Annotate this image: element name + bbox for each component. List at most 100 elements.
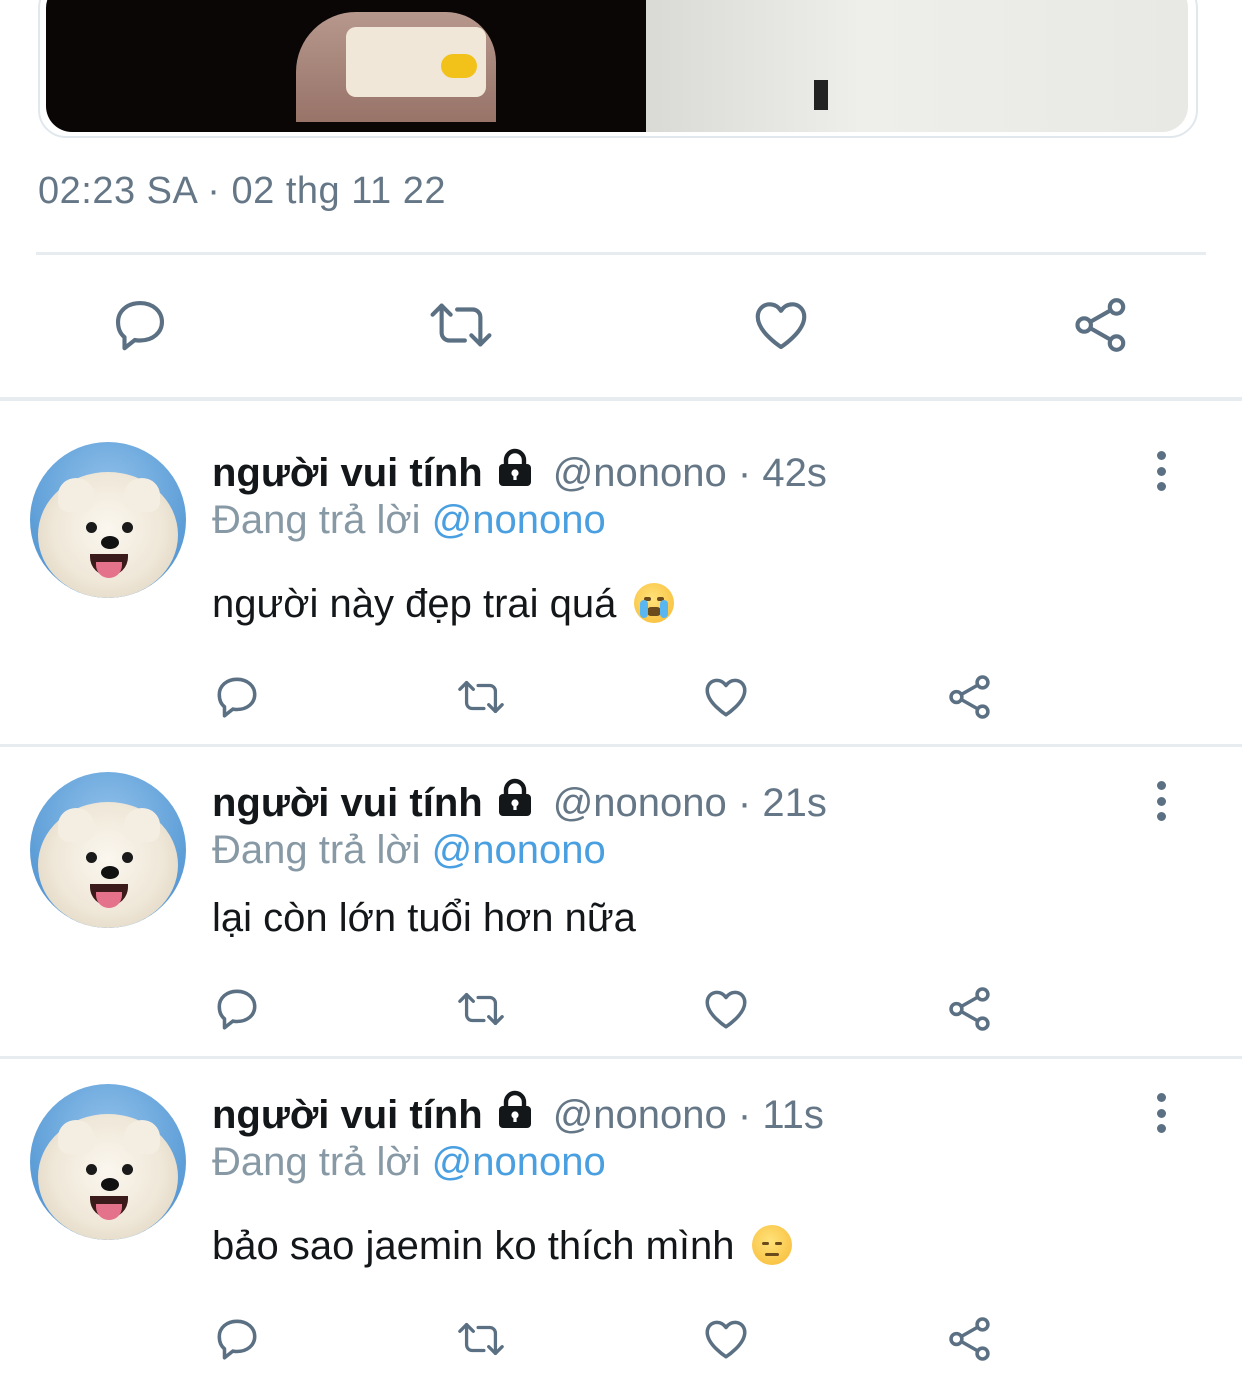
share-icon — [1075, 298, 1126, 352]
retweet-button[interactable] — [456, 672, 506, 722]
avatar-ear — [124, 1120, 160, 1154]
share-button[interactable] — [945, 984, 995, 1034]
reply-header: người vui tính @nonono · 42s — [212, 448, 827, 498]
avatar-ear — [124, 808, 160, 842]
reply-text: người này đẹp trai quá — [212, 582, 674, 627]
avatar-ear — [58, 478, 94, 512]
dot — [1156, 781, 1166, 790]
reply-divider — [0, 1056, 1242, 1059]
like-button[interactable] — [701, 984, 751, 1034]
dot — [1156, 451, 1166, 460]
dot — [1156, 1124, 1166, 1133]
dot — [1156, 1093, 1166, 1102]
retweet-button[interactable] — [426, 290, 496, 360]
reply-action-bar — [0, 672, 1242, 722]
like-button[interactable] — [701, 1314, 751, 1364]
retweet-icon — [458, 1322, 504, 1356]
reply-icon — [115, 300, 165, 351]
heart-icon — [705, 990, 747, 1029]
reply-header: người vui tính @nonono · 21s — [212, 778, 827, 828]
photo-lemon — [441, 54, 477, 78]
dot — [1156, 812, 1166, 821]
pensive-face-icon — [751, 1225, 792, 1265]
avatar[interactable] — [30, 442, 186, 598]
avatar-ear — [58, 808, 94, 842]
retweet-button[interactable] — [456, 1314, 506, 1364]
reply-text-content: bảo sao jaemin ko thích mình — [212, 1224, 735, 1268]
dot — [1156, 466, 1166, 476]
avatar[interactable] — [30, 772, 186, 928]
reply-icon — [217, 1319, 257, 1360]
more-options-button[interactable] — [1148, 451, 1174, 491]
display-name[interactable]: người vui tính — [212, 781, 483, 826]
handle-and-time[interactable]: @nonono · 42s — [553, 451, 827, 496]
lock-icon — [495, 448, 535, 498]
share-icon — [949, 1317, 990, 1361]
share-button[interactable] — [945, 672, 995, 722]
avatar-nose — [101, 1178, 119, 1191]
reply-text-content: lại còn lớn tuổi hơn nữa — [212, 896, 636, 940]
section-divider — [0, 397, 1242, 401]
dot — [1156, 796, 1166, 806]
avatar[interactable] — [30, 1084, 186, 1240]
avatar-eye — [122, 522, 133, 533]
display-name[interactable]: người vui tính — [212, 1093, 483, 1138]
retweet-button[interactable] — [456, 984, 506, 1034]
avatar-eye — [86, 852, 97, 863]
replying-to: Đang trả lời @nonono — [212, 828, 606, 873]
dot — [1156, 482, 1166, 491]
reply-text: bảo sao jaemin ko thích mình — [212, 1224, 792, 1269]
reply-icon — [217, 677, 257, 718]
reply-header: người vui tính @nonono · 11s — [212, 1090, 824, 1140]
more-options-button[interactable] — [1148, 1093, 1174, 1133]
heart-icon — [755, 302, 807, 350]
reply-divider — [0, 744, 1242, 747]
avatar-nose — [101, 536, 119, 549]
reply-text: lại còn lớn tuổi hơn nữa — [212, 896, 636, 941]
mention-link[interactable]: @nonono — [432, 498, 606, 542]
avatar-eye — [122, 1164, 133, 1175]
heart-icon — [705, 678, 747, 717]
replying-prefix: Đang trả lời — [212, 1140, 421, 1184]
avatar-eye — [122, 852, 133, 863]
more-options-button[interactable] — [1148, 781, 1174, 821]
replying-to: Đang trả lời @nonono — [212, 498, 606, 543]
replying-to: Đang trả lời @nonono — [212, 1140, 606, 1185]
like-button[interactable] — [746, 290, 816, 360]
mention-link[interactable]: @nonono — [432, 828, 606, 872]
handle-and-time[interactable]: @nonono · 11s — [553, 1093, 824, 1138]
display-name[interactable]: người vui tính — [212, 451, 483, 496]
like-button[interactable] — [701, 672, 751, 722]
reply-button[interactable] — [212, 672, 262, 722]
retweet-icon — [430, 303, 492, 347]
avatar-nose — [101, 866, 119, 879]
avatar-eye — [86, 1164, 97, 1175]
mention-link[interactable]: @nonono — [432, 1140, 606, 1184]
replying-prefix: Đang trả lời — [212, 828, 421, 872]
dot — [1156, 1108, 1166, 1118]
lock-icon — [495, 778, 535, 828]
tweet-photo[interactable] — [46, 0, 1188, 132]
tweet-action-bar — [0, 290, 1242, 360]
retweet-icon — [458, 680, 504, 714]
tweet-media-card[interactable] — [38, 0, 1198, 138]
reply-text-content: người này đẹp trai quá — [212, 582, 617, 626]
reply-button[interactable] — [105, 290, 175, 360]
share-icon — [949, 987, 990, 1031]
reply-action-bar — [0, 1314, 1242, 1364]
tweet-timestamp[interactable]: 02:23 SA · 02 thg 11 22 — [38, 170, 446, 213]
replying-prefix: Đang trả lời — [212, 498, 421, 542]
reply-action-bar — [0, 984, 1242, 1034]
photo-light-area — [646, 0, 1188, 132]
lock-icon — [495, 1090, 535, 1140]
share-button[interactable] — [945, 1314, 995, 1364]
loudly-crying-face-icon — [633, 583, 674, 623]
handle-and-time[interactable]: @nonono · 21s — [553, 781, 827, 826]
share-icon — [949, 675, 990, 719]
photo-shirt-detail — [814, 80, 828, 110]
reply-button[interactable] — [212, 984, 262, 1034]
avatar-ear — [58, 1120, 94, 1154]
retweet-icon — [458, 992, 504, 1026]
reply-button[interactable] — [212, 1314, 262, 1364]
share-button[interactable] — [1066, 290, 1136, 360]
